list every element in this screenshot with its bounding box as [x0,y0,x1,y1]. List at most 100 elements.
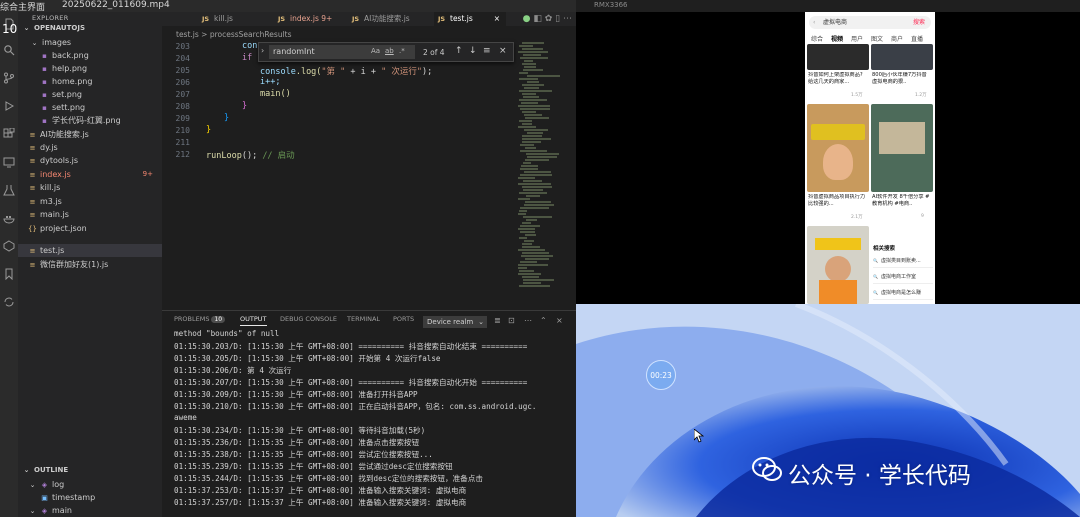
explorer-item-index-js[interactable]: ≡ index.js 9+ [18,168,162,181]
tab-ai-search-js[interactable]: JS AI功能搜索.js [348,12,428,26]
minimap-line [523,180,542,182]
more-actions-icon[interactable]: ⋯ [563,14,572,24]
project-root[interactable]: ⌄ OPENAUTOJS [18,22,162,35]
chip[interactable]: 商户 [891,34,903,43]
bookmark-icon[interactable] [3,268,15,280]
explorer-item-home-png[interactable]: ▪ home.png [18,75,162,88]
minimap-line [520,225,540,227]
output-channel-value: Device realm [427,318,474,326]
outline-header[interactable]: ⌄ OUTLINE [18,464,162,477]
split-editor-icon[interactable]: ▯ [555,14,560,24]
related-search-item[interactable]: 虚拟电商是怎么赚 [873,286,933,300]
explorer-item-wechat-js[interactable]: ≡ 微信群加好友(1).js [18,258,162,271]
explorer-item-project-json[interactable]: {} project.json [18,222,162,235]
explorer-item-sett-png[interactable]: ▪ sett.png [18,101,162,114]
explorer-item-set-png[interactable]: ▪ set.png [18,88,162,101]
activity-bar [0,12,18,517]
outline-item-main[interactable]: ⌄ ◈ main [18,504,162,517]
run-debug-icon[interactable] [3,100,15,112]
regex-toggle[interactable]: .* [399,47,405,55]
code-editor[interactable]: 203 204 205 206 207 208 209 210 211 212 … [162,40,576,310]
outline-item-timestamp[interactable]: ▣ timestamp [18,491,162,504]
select-in-icon[interactable]: ≡ [483,46,491,56]
minimap-line [524,66,536,68]
chip[interactable]: 图文 [871,34,883,43]
tab-test-js[interactable]: JS test.js × [434,12,506,26]
source-control-icon[interactable] [3,72,15,84]
minimap[interactable] [518,42,560,292]
stop-icon[interactable]: ◧ [533,14,542,24]
explorer-item-back-png[interactable]: ▪ back.png [18,49,162,62]
tab-terminal[interactable]: TERMINAL [347,315,380,323]
extensions-icon[interactable] [3,128,15,140]
video-title[interactable]: 抖音虚拟商品项目执行力比较强的... [808,194,866,208]
tab-output[interactable]: OUTPUT [240,315,267,326]
chevron-down-icon: ⌄ [29,507,36,515]
more-actions-icon[interactable]: ⋯ [524,316,532,325]
search-button[interactable]: 搜索 [913,16,925,29]
whole-word-toggle[interactable]: ab [385,47,394,55]
explorer-item-dy-js[interactable]: ≡ dy.js [18,141,162,154]
minimap-line [524,204,554,206]
output-channel-select[interactable]: Device realm ⌄ [423,316,487,328]
explorer-item-images[interactable]: ⌄ images [18,36,162,49]
filter-icon[interactable]: ≣ [494,316,501,325]
related-search-item[interactable]: 虚拟类目到账卖... [873,254,933,268]
chip[interactable]: 视频 [831,34,843,43]
recording-timer[interactable]: 00:23 [646,360,676,390]
explorer-item-dytools-js[interactable]: ≡ dytools.js [18,154,162,167]
explorer-item-m3-js[interactable]: ≡ m3.js [18,195,162,208]
video-thumbnail[interactable] [871,104,933,192]
video-title[interactable]: AI软件开发 8千倍分享 #教育机构 #电商.. [872,194,930,208]
tab-debug-console[interactable]: DEBUG CONSOLE [280,315,337,323]
lock-icon[interactable]: ⊡ [508,316,515,325]
arrow-up-icon[interactable]: ↑ [455,46,463,56]
chip[interactable]: 用户 [851,34,863,43]
chip[interactable]: 直播 [911,34,923,43]
minimap-line [519,45,533,47]
tab-ports[interactable]: PORTS [393,315,414,323]
run-icon[interactable]: ● [523,14,531,24]
video-title[interactable]: 800后小伙年赚7万抖音虚拟电商的狠.. [872,72,930,86]
video-thumbnail[interactable] [871,44,933,70]
close-icon[interactable]: × [499,46,507,56]
line-number: 210 [175,126,190,135]
close-icon[interactable]: × [556,316,563,325]
related-search-item[interactable]: 虚拟电商工作室 [873,270,933,284]
back-arrow-icon[interactable]: ‹ [813,16,815,29]
testing-icon[interactable] [3,184,15,196]
code-line: } [224,113,229,123]
arrow-down-icon[interactable]: ↓ [469,46,477,56]
remote-explorer-icon[interactable] [3,156,15,168]
video-title[interactable]: 抖音如何上架虚拟商品? 给这几天的商家... [808,72,866,86]
explorer-item-kill-js[interactable]: ≡ kill.js [18,181,162,194]
explorer-item-logo-png[interactable]: ▪ 学长代码-红翼.png [18,114,162,127]
chevron-right-icon[interactable]: › [261,46,264,55]
docker-icon[interactable] [3,212,15,224]
maximize-icon[interactable]: ⌃ [540,316,547,325]
tab-problems[interactable]: PROBLEMS 10 [174,315,226,323]
minimap-line [520,168,538,170]
video-thumbnail[interactable] [807,104,869,192]
explorer-item-ai-search-js[interactable]: ≡ AI功能搜索.js [18,128,162,141]
douyin-search-bar[interactable]: ‹ 虚拟电商 搜索 [809,16,931,29]
code-token: + i + [345,67,382,77]
phone-mirror[interactable]: ‹ 虚拟电商 搜索 综合 视频 用户 图文 商户 直播 抖音如何上架虚拟商品? … [805,12,935,304]
video-thumbnail[interactable] [807,44,869,70]
video-thumbnail[interactable] [807,226,869,304]
minimap-line [519,72,528,74]
explorer-item-help-png[interactable]: ▪ help.png [18,62,162,75]
breadcrumb-path[interactable]: test.js > processSearchResults [176,30,292,39]
chip[interactable]: 综合 [811,34,823,43]
openautojs-icon[interactable] [3,240,15,252]
debug-icon[interactable]: ✿ [545,14,553,24]
explorer-item-main-js[interactable]: ≡ main.js [18,208,162,221]
tab-index-js[interactable]: JS index.js 9+ [274,12,344,26]
sync-icon[interactable] [3,296,15,308]
outline-item-log[interactable]: ⌄ ◈ log [18,478,162,491]
explorer-item-test-js[interactable]: ≡ test.js [18,244,162,257]
search-icon[interactable] [3,44,15,56]
tab-kill-js[interactable]: JS kill.js [198,12,268,26]
match-case-toggle[interactable]: Aa [371,47,380,55]
close-icon[interactable]: × [494,12,500,26]
